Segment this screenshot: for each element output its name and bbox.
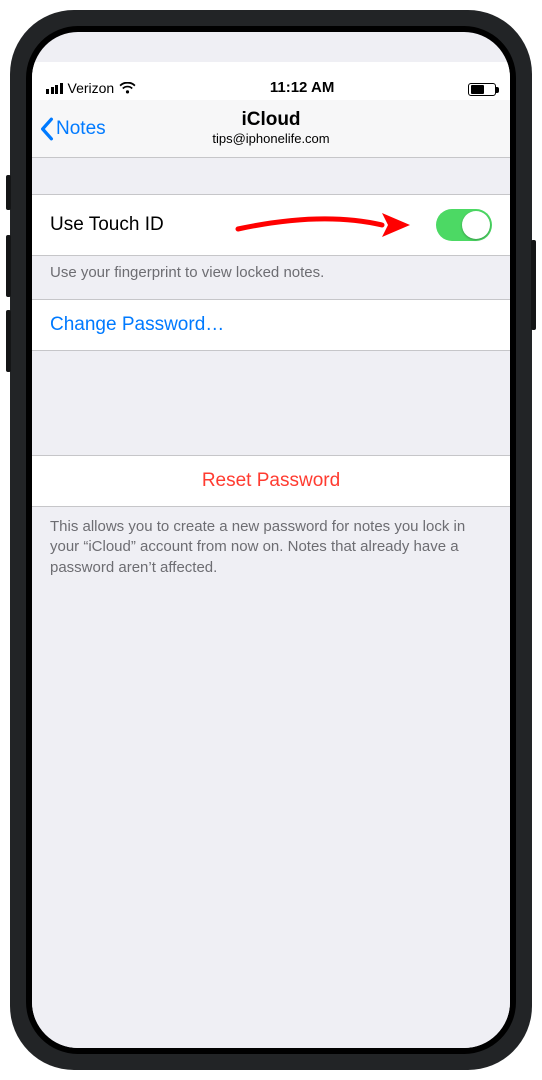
touch-id-label: Use Touch ID: [50, 214, 164, 236]
power-button: [531, 240, 536, 330]
page-title: iCloud: [212, 110, 329, 131]
status-bar-right: [468, 83, 496, 96]
spacer: [32, 158, 510, 194]
reset-password-cell[interactable]: Reset Password: [32, 455, 510, 507]
touch-id-cell[interactable]: Use Touch ID: [32, 194, 510, 256]
spacer: [32, 351, 510, 455]
volume-down-button: [6, 310, 11, 372]
bottom-margin: [32, 1028, 510, 1048]
reset-password-label: Reset Password: [202, 470, 340, 492]
back-button[interactable]: Notes: [40, 117, 106, 141]
wifi-icon: [119, 82, 136, 94]
change-password-label: Change Password…: [50, 314, 224, 336]
battery-icon: [468, 83, 496, 96]
carrier-label: Verizon: [68, 80, 115, 96]
annotation-arrow-icon: [232, 205, 412, 245]
back-label: Notes: [56, 118, 106, 140]
touch-id-footer: Use your fingerprint to view locked note…: [32, 256, 510, 299]
status-bar: Verizon 11:12 AM: [32, 62, 510, 100]
volume-up-button: [6, 235, 11, 297]
signal-icon: [46, 83, 63, 94]
screen: Verizon 11:12 AM: [32, 32, 510, 1048]
touch-id-toggle[interactable]: [436, 209, 492, 241]
change-password-cell[interactable]: Change Password…: [32, 299, 510, 351]
status-bar-time: 11:12 AM: [270, 79, 334, 96]
nav-title-block: iCloud tips@iphonelife.com: [212, 110, 329, 146]
page-subtitle: tips@iphonelife.com: [212, 131, 329, 147]
settings-scroll[interactable]: Use Touch ID Use your fingerprint to vie…: [32, 158, 510, 1028]
toggle-knob: [462, 211, 490, 239]
nav-bar: Notes iCloud tips@iphonelife.com: [32, 100, 510, 158]
reset-password-footer: This allows you to create a new password…: [32, 507, 510, 588]
device-frame: Verizon 11:12 AM: [10, 10, 532, 1070]
device-bezel: Verizon 11:12 AM: [26, 26, 516, 1054]
chevron-left-icon: [40, 117, 54, 141]
mute-switch: [6, 175, 11, 210]
status-bar-left: Verizon: [46, 80, 136, 96]
